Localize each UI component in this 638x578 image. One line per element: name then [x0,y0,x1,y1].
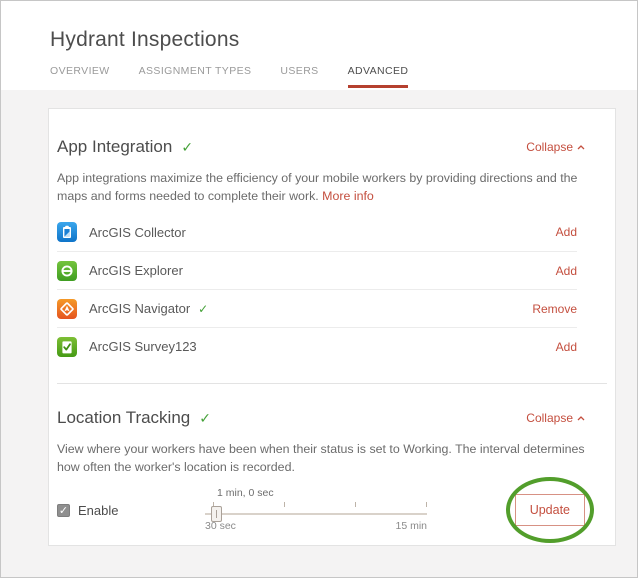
collapse-label: Collapse [526,411,573,425]
chevron-up-icon [577,416,585,421]
advanced-settings-card: App Integration Collapse App integration… [48,108,616,546]
slider-min-label: 30 sec [205,520,236,532]
app-row-collector: ArcGIS Collector Add [57,213,577,251]
navigator-remove-link[interactable]: Remove [532,302,577,316]
app-row-explorer: ArcGIS Explorer Add [57,251,577,289]
app-window: Hydrant Inspections OVERVIEW ASSIGNMENT … [0,0,638,578]
slider-tick [426,502,427,507]
slider-tick [355,502,356,507]
tab-bar: OVERVIEW ASSIGNMENT TYPES USERS ADVANCED [50,65,637,88]
location-tracking-section: Location Tracking Collapse View where yo… [57,384,607,536]
app-integration-title: App Integration [57,137,172,157]
project-header: Hydrant Inspections OVERVIEW ASSIGNMENT … [1,1,637,90]
explorer-add-link[interactable]: Add [556,264,577,278]
check-icon [199,410,211,427]
location-tracking-collapse-link[interactable]: Collapse [526,411,585,425]
app-row-navigator: ArcGIS Navigator Remove [57,289,577,327]
update-button[interactable]: Update [515,494,585,526]
app-integration-description: App integrations maximize the efficiency… [57,169,607,205]
slider-value-label: 1 min, 0 sec [217,487,274,499]
app-name: ArcGIS Collector [89,225,186,240]
chevron-up-icon [577,145,585,150]
page-title: Hydrant Inspections [50,28,637,52]
tracking-controls-row: Enable 1 min, 0 sec 30 sec 15 min Update [57,484,607,536]
collector-add-link[interactable]: Add [556,225,577,239]
tab-users[interactable]: USERS [280,65,318,88]
tab-assignment-types[interactable]: ASSIGNMENT TYPES [139,65,252,88]
enable-group: Enable [57,503,205,518]
slider-tick [284,502,285,507]
app-integration-section: App Integration Collapse App integration… [57,137,607,365]
location-tracking-description: View where your workers have been when t… [57,440,607,476]
collapse-label: Collapse [526,140,573,154]
collector-app-icon [57,222,77,242]
check-icon [181,139,193,156]
tab-advanced[interactable]: ADVANCED [348,65,409,88]
enable-label: Enable [78,503,118,518]
slider-track[interactable] [205,513,427,515]
app-name: ArcGIS Explorer [89,263,183,278]
survey123-add-link[interactable]: Add [556,340,577,354]
interval-slider: 1 min, 0 sec 30 sec 15 min [205,487,427,533]
app-integration-collapse-link[interactable]: Collapse [526,140,585,154]
enable-checkbox[interactable] [57,504,70,517]
update-button-area: Update [515,494,585,526]
check-icon [198,302,208,316]
description-text: App integrations maximize the efficiency… [57,171,577,203]
app-name: ArcGIS Navigator [89,301,190,316]
location-tracking-title: Location Tracking [57,408,190,428]
app-name: ArcGIS Survey123 [89,339,197,354]
navigator-app-icon [57,299,77,319]
slider-max-label: 15 min [395,520,427,532]
more-info-link[interactable]: More info [322,189,374,203]
app-list: ArcGIS Collector Add ArcGIS Expl [57,213,577,365]
tab-overview[interactable]: OVERVIEW [50,65,110,88]
survey123-app-icon [57,337,77,357]
explorer-app-icon [57,261,77,281]
app-row-survey123: ArcGIS Survey123 Add [57,327,577,365]
